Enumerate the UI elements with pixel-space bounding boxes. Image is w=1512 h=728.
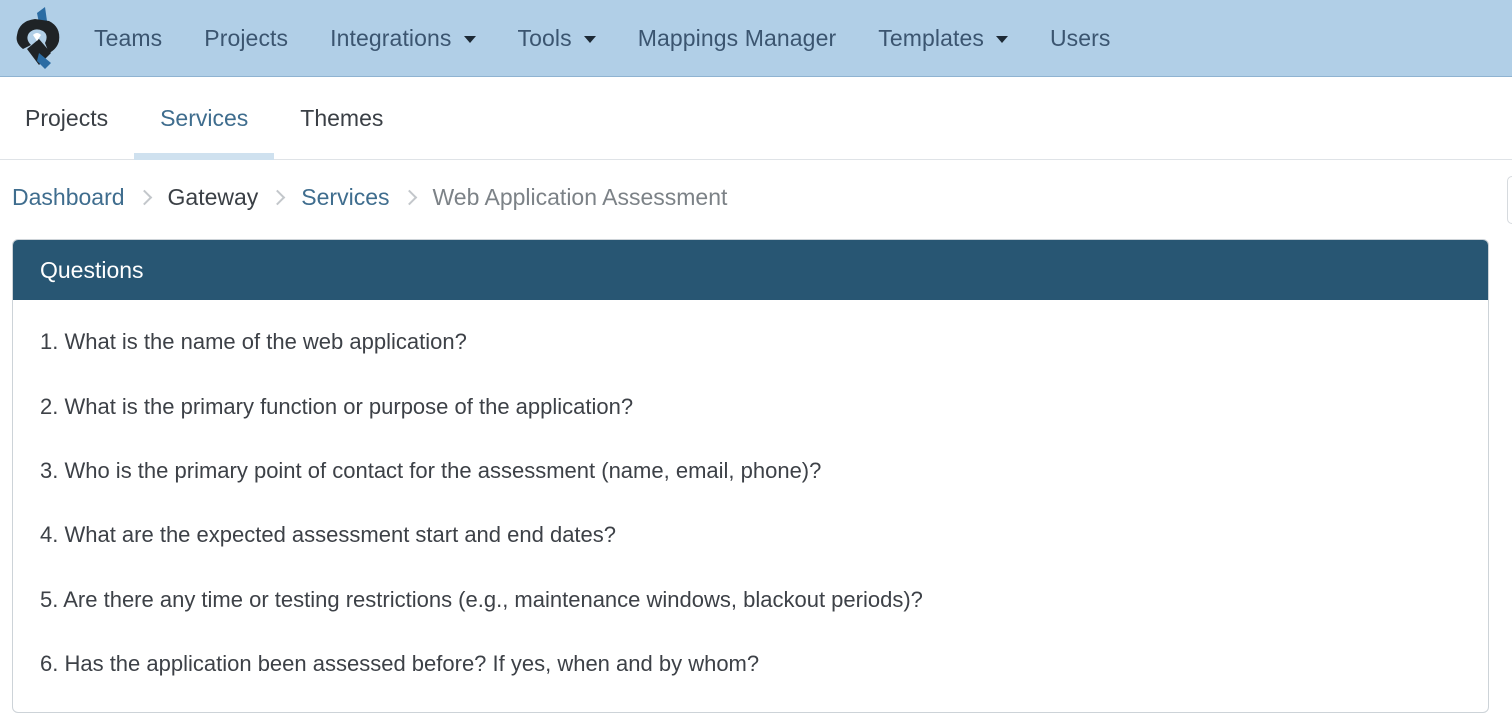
tab-label: Services [160, 105, 249, 131]
tab-themes[interactable]: Themes [274, 78, 409, 159]
panel-header: Questions [13, 240, 1488, 300]
breadcrumb-current-page: Web Application Assessment [432, 183, 728, 210]
caret-down-icon [583, 35, 596, 43]
tab-label: Projects [25, 105, 109, 131]
question-item: 4. What are the expected assessment star… [40, 522, 617, 548]
tab-projects[interactable]: Projects [0, 78, 134, 159]
nav-item-mappings-manager[interactable]: Mappings Manager [638, 25, 837, 52]
breadcrumb-services[interactable]: Services [301, 184, 389, 211]
nav-item-tools[interactable]: Tools [518, 25, 596, 52]
wrench-logo-icon[interactable] [8, 3, 68, 73]
question-item: 5. Are there any time or testing restric… [40, 586, 923, 612]
nav-item-users[interactable]: Users [1050, 25, 1111, 52]
nav-item-label: Projects [204, 24, 289, 51]
nav-item-projects[interactable]: Projects [204, 25, 288, 52]
tab-label: Themes [300, 105, 384, 131]
nav-item-label: Integrations [330, 24, 452, 51]
breadcrumb: Dashboard Gateway Services Web Applicati… [12, 180, 727, 214]
nav-item-templates[interactable]: Templates [878, 25, 1008, 52]
sub-navigation-tabs: Projects Services Themes [0, 78, 1512, 160]
side-panel-handle[interactable] [1507, 176, 1512, 224]
question-list: 1. What is the name of the web applicati… [13, 310, 1488, 696]
nav-item-label: Users [1049, 24, 1111, 51]
question-item: 3. Who is the primary point of contact f… [40, 457, 822, 483]
top-nav-menu: Teams Projects Integrations Tools Mappin… [94, 25, 1153, 52]
tab-services[interactable]: Services [134, 78, 275, 160]
caret-down-icon [995, 35, 1008, 43]
question-item: 2. What is the primary function or purpo… [40, 393, 634, 419]
questions-panel: Questions 1. What is the name of the web… [12, 239, 1489, 713]
caret-down-icon [463, 35, 476, 43]
breadcrumb-gateway[interactable]: Gateway [168, 184, 259, 211]
chevron-right-icon [270, 189, 286, 205]
nav-item-label: Templates [878, 24, 984, 51]
question-item: 6. Has the application been assessed bef… [40, 651, 760, 677]
nav-item-label: Tools [517, 24, 572, 51]
nav-item-label: Mappings Manager [637, 24, 837, 51]
panel-title: Questions [40, 256, 144, 283]
breadcrumb-dashboard[interactable]: Dashboard [12, 184, 125, 211]
nav-item-teams[interactable]: Teams [94, 25, 162, 52]
question-item: 1. What is the name of the web applicati… [40, 329, 467, 355]
chevron-right-icon [136, 189, 152, 205]
nav-item-integrations[interactable]: Integrations [330, 24, 476, 52]
nav-item-label: Teams [94, 24, 163, 51]
chevron-right-icon [401, 189, 417, 205]
top-navbar: Teams Projects Integrations Tools Mappin… [0, 0, 1512, 77]
